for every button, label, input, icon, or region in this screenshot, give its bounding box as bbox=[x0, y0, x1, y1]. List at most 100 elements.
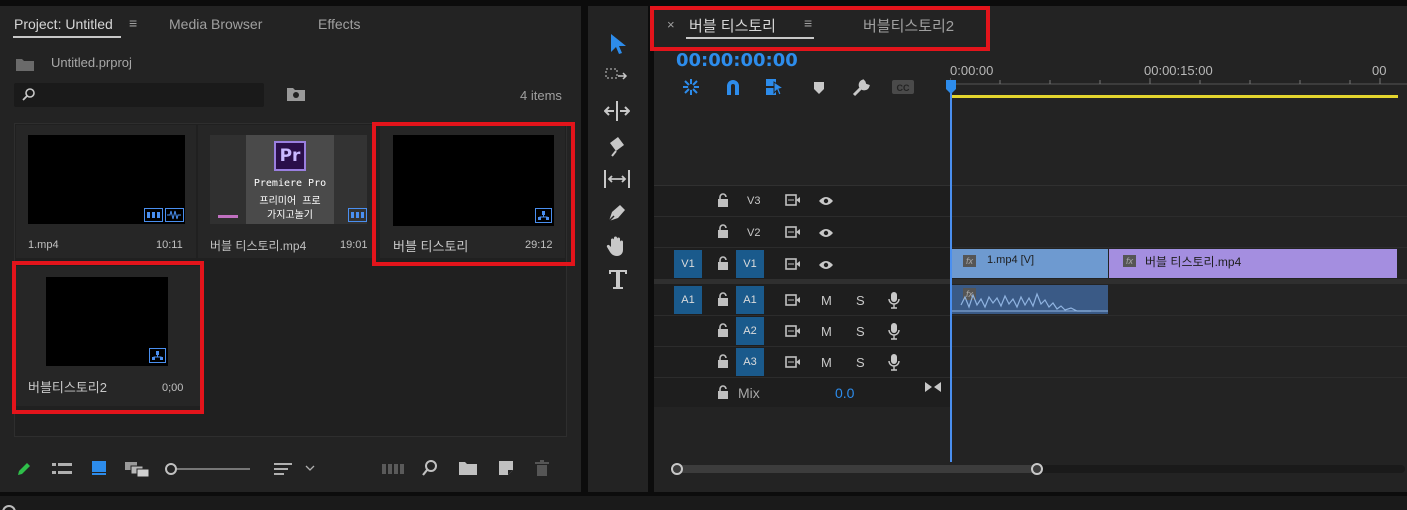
status-icon[interactable] bbox=[2, 500, 16, 510]
trash-icon[interactable] bbox=[535, 460, 549, 476]
mic-icon[interactable] bbox=[888, 322, 900, 340]
fx-badge: fx bbox=[963, 255, 976, 267]
thumb-line: 프리미어 프로 bbox=[259, 196, 321, 207]
add-marker-icon[interactable] bbox=[813, 81, 825, 95]
zoom-slider[interactable] bbox=[164, 462, 250, 476]
settings-wrench-icon[interactable] bbox=[851, 78, 871, 98]
tab-media-browser[interactable]: Media Browser bbox=[169, 16, 262, 32]
eye-icon[interactable] bbox=[818, 259, 834, 271]
lock-icon[interactable] bbox=[717, 193, 729, 207]
sync-lock-icon[interactable] bbox=[785, 325, 801, 337]
lock-icon[interactable] bbox=[717, 292, 729, 306]
lock-icon[interactable] bbox=[717, 323, 729, 337]
track-target-a1[interactable]: A1 bbox=[736, 286, 764, 314]
track-label[interactable]: V3 bbox=[747, 195, 760, 207]
pan-icon[interactable] bbox=[924, 381, 942, 393]
track-area-top bbox=[654, 100, 1407, 185]
razor-tool-icon[interactable] bbox=[607, 135, 627, 157]
eye-icon[interactable] bbox=[818, 227, 834, 239]
timeline-scrollbar[interactable] bbox=[670, 462, 1405, 476]
eye-icon[interactable] bbox=[818, 195, 834, 207]
lock-icon[interactable] bbox=[717, 354, 729, 368]
mix-volume-value[interactable]: 0.0 bbox=[835, 385, 854, 401]
video-clip[interactable]: fx 1.mp4 [V] bbox=[951, 249, 1108, 278]
lock-icon[interactable] bbox=[717, 256, 729, 270]
sequence-menu-icon[interactable]: ≡ bbox=[804, 15, 812, 31]
lock-icon[interactable] bbox=[717, 224, 729, 238]
slip-tool-icon[interactable] bbox=[603, 169, 631, 189]
fx-badge: fx bbox=[1123, 255, 1136, 267]
nest-icon[interactable] bbox=[681, 77, 701, 97]
track-label[interactable]: V2 bbox=[747, 227, 760, 239]
audio-waveform bbox=[951, 292, 1108, 312]
video-icon bbox=[348, 208, 367, 222]
find-icon[interactable] bbox=[422, 460, 438, 476]
item-count: 4 items bbox=[520, 88, 562, 103]
captions-icon[interactable]: CC bbox=[892, 80, 914, 94]
track-target-a3[interactable]: A3 bbox=[736, 348, 764, 376]
sync-lock-icon[interactable] bbox=[785, 226, 801, 238]
ruler-label: 0:00:00 bbox=[950, 63, 994, 78]
item-thumbnail bbox=[393, 135, 554, 226]
item-name: 버블 티스토리 bbox=[393, 239, 469, 254]
playhead-handle[interactable] bbox=[946, 80, 956, 94]
hand-tool-icon[interactable] bbox=[606, 235, 628, 257]
audio-clip[interactable]: fx bbox=[951, 285, 1108, 314]
solo-button[interactable]: S bbox=[856, 293, 865, 308]
sync-lock-icon[interactable] bbox=[785, 258, 801, 270]
mic-icon[interactable] bbox=[888, 291, 900, 309]
playhead[interactable] bbox=[950, 80, 952, 462]
item-duration: 29:12 bbox=[525, 239, 553, 251]
item-duration: 10:11 bbox=[156, 239, 183, 251]
pencil-icon[interactable] bbox=[16, 461, 32, 477]
video-clip[interactable]: fx 버블 티스토리.mp4 bbox=[1109, 249, 1397, 278]
svg-text:CC: CC bbox=[897, 83, 910, 93]
tab-project[interactable]: Project: Untitled bbox=[14, 16, 113, 32]
snap-icon[interactable] bbox=[724, 78, 742, 96]
item-thumbnail: Pr Premiere Pro 프리미어 프로 가지고놀기 bbox=[210, 135, 367, 224]
video-audio-icon bbox=[144, 208, 184, 222]
automate-to-sequence-icon[interactable] bbox=[382, 462, 404, 476]
playhead-timecode[interactable]: 00:00:00:00 bbox=[676, 50, 798, 71]
lock-icon[interactable] bbox=[717, 385, 729, 399]
sync-lock-icon[interactable] bbox=[785, 294, 801, 306]
type-tool-icon[interactable] bbox=[608, 268, 628, 290]
folder-up-icon[interactable] bbox=[15, 56, 35, 72]
new-bin-from-search-icon[interactable] bbox=[286, 86, 306, 102]
solo-button[interactable]: S bbox=[856, 324, 865, 339]
list-view-icon[interactable] bbox=[52, 462, 72, 476]
close-icon[interactable]: × bbox=[667, 17, 675, 32]
freeform-view-icon[interactable] bbox=[125, 461, 150, 478]
track-select-tool-icon[interactable] bbox=[605, 68, 629, 86]
thumb-line: 가지고놀기 bbox=[267, 210, 313, 221]
clip-label: 버블 티스토리.mp4 bbox=[1145, 255, 1242, 269]
mute-button[interactable]: M bbox=[821, 293, 832, 308]
item-duration: 19:01 bbox=[340, 239, 368, 251]
track-target-v1[interactable]: V1 bbox=[736, 250, 764, 278]
source-patch-v1[interactable]: V1 bbox=[674, 250, 702, 278]
pen-tool-icon[interactable] bbox=[606, 202, 628, 224]
sort-icon[interactable] bbox=[274, 462, 320, 476]
solo-button[interactable]: S bbox=[856, 355, 865, 370]
ripple-edit-tool-icon[interactable] bbox=[603, 101, 631, 121]
tab-effects[interactable]: Effects bbox=[318, 16, 361, 32]
sync-lock-icon[interactable] bbox=[785, 356, 801, 368]
tab-sequence[interactable]: 버블 티스토리 bbox=[689, 15, 776, 36]
icon-view-icon[interactable] bbox=[92, 461, 106, 475]
mic-icon[interactable] bbox=[888, 353, 900, 371]
item-name: 1.mp4 bbox=[28, 239, 59, 251]
item-name: 버블 티스토리.mp4 bbox=[210, 239, 307, 253]
linked-selection-icon[interactable] bbox=[765, 77, 785, 97]
source-patch-a1[interactable]: A1 bbox=[674, 286, 702, 314]
search-box[interactable] bbox=[14, 83, 264, 107]
panel-menu-icon[interactable]: ≡ bbox=[129, 15, 137, 31]
mute-button[interactable]: M bbox=[821, 324, 832, 339]
new-item-icon[interactable] bbox=[498, 460, 514, 476]
new-bin-icon[interactable] bbox=[459, 461, 477, 475]
tab-sequence-2[interactable]: 버블티스토리2 bbox=[863, 15, 954, 36]
sync-lock-icon[interactable] bbox=[785, 194, 801, 206]
mute-button[interactable]: M bbox=[821, 355, 832, 370]
selection-tool-icon[interactable] bbox=[607, 33, 627, 55]
search-input[interactable] bbox=[40, 85, 250, 105]
track-target-a2[interactable]: A2 bbox=[736, 317, 764, 345]
